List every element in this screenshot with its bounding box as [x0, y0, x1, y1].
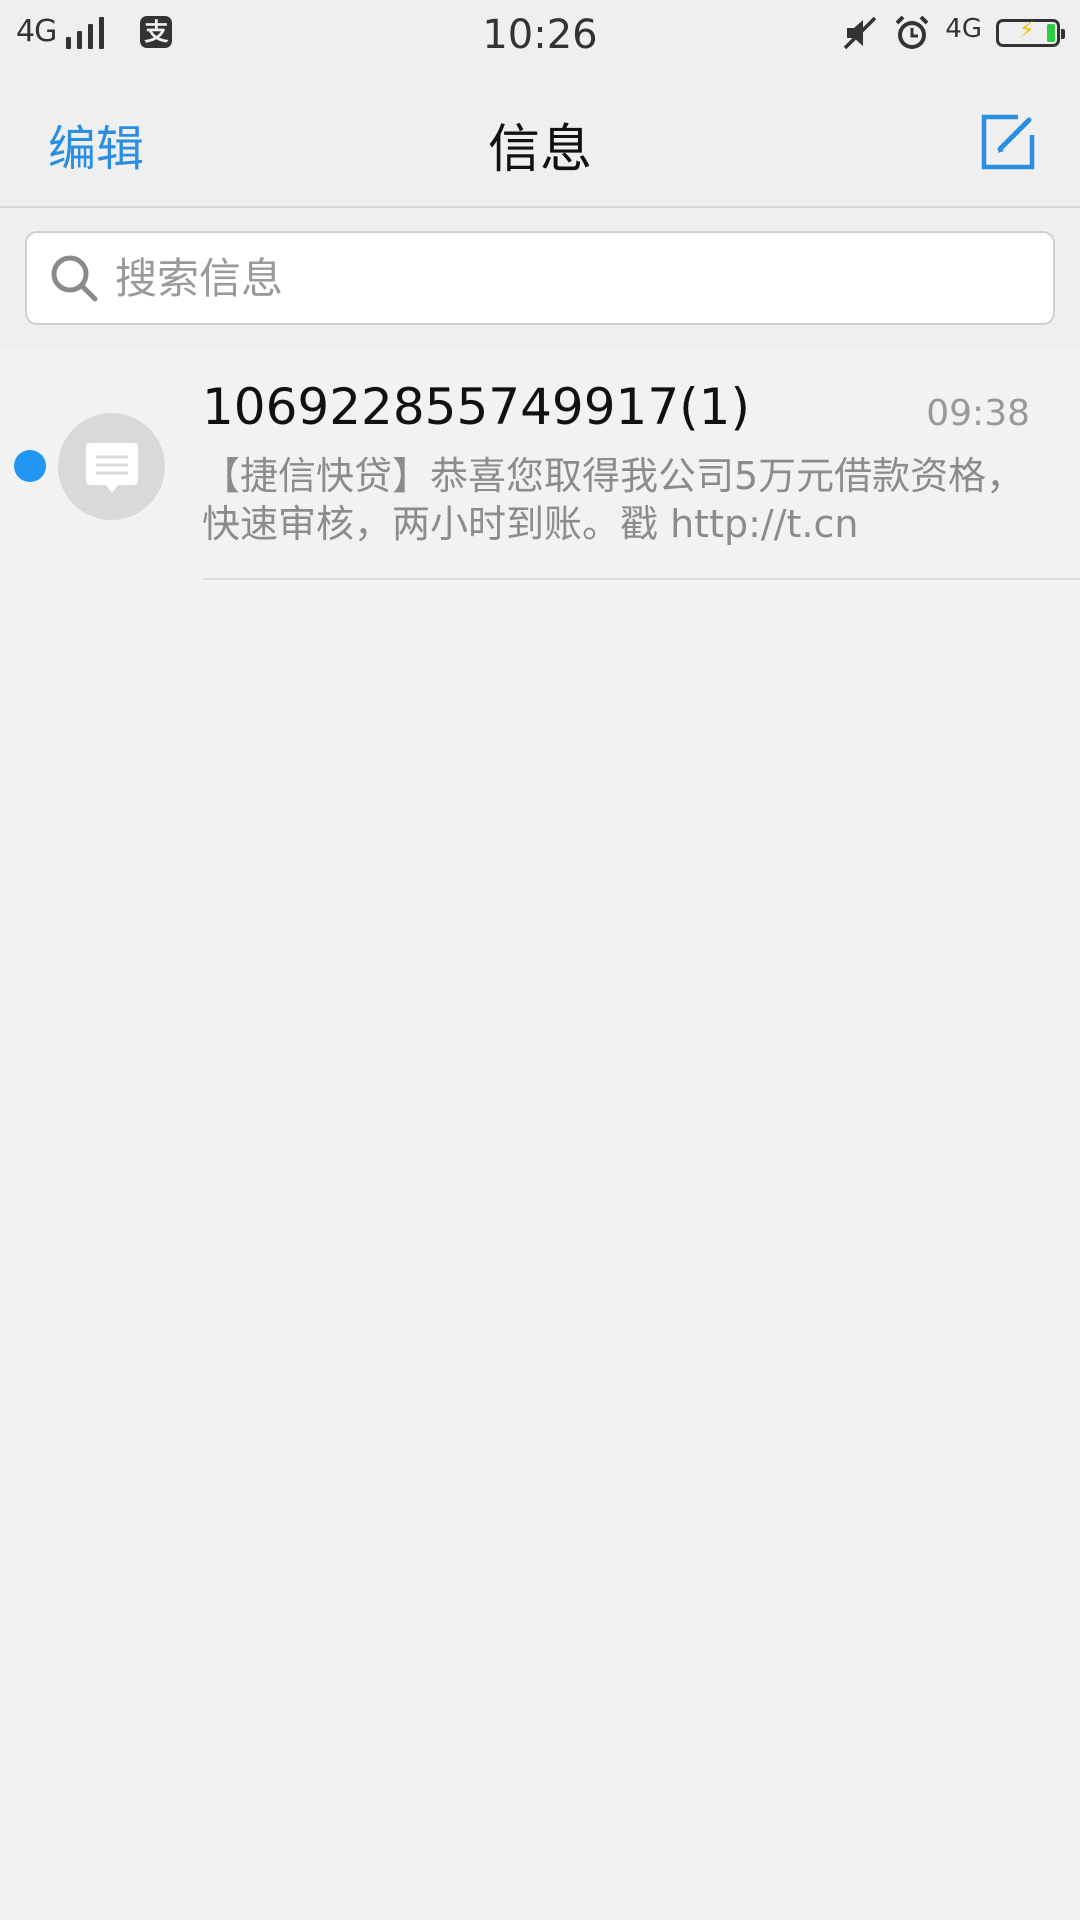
search-input[interactable]	[113, 252, 997, 304]
alarm-icon	[895, 15, 929, 49]
search-section	[0, 208, 1080, 348]
divider	[203, 578, 1080, 580]
status-right: 4G ⚡	[841, 14, 1065, 52]
page-title: 信息	[487, 120, 592, 180]
search-icon	[51, 255, 98, 302]
search-bar[interactable]	[25, 231, 1055, 325]
compose-icon[interactable]	[978, 113, 1036, 171]
status-bar: 4G 支 10:26 4G ⚡	[0, 0, 1080, 75]
conversation-time: 09:38	[926, 393, 1030, 434]
charging-icon: ⚡	[1019, 18, 1035, 43]
conversation-sender: 106922855749917(1)	[202, 378, 750, 436]
conversation-preview: 【捷信快贷】恭喜您取得我公司5万元借款资格，快速审核，两小时到账。戳 http:…	[202, 454, 1025, 546]
avatar	[58, 413, 165, 520]
battery-fill	[1047, 24, 1055, 42]
message-bubble-icon	[86, 443, 138, 493]
conversation-list: 106922855749917(1) 09:38 【捷信快贷】恭喜您取得我公司5…	[0, 348, 1080, 580]
network-type-secondary: 4G	[945, 14, 982, 44]
battery-icon: ⚡	[996, 18, 1065, 47]
navigation-bar: 编辑 信息	[0, 75, 1080, 208]
unread-indicator	[14, 450, 46, 482]
muted-icon	[844, 16, 877, 50]
conversation-item[interactable]: 106922855749917(1) 09:38 【捷信快贷】恭喜您取得我公司5…	[0, 348, 1080, 580]
